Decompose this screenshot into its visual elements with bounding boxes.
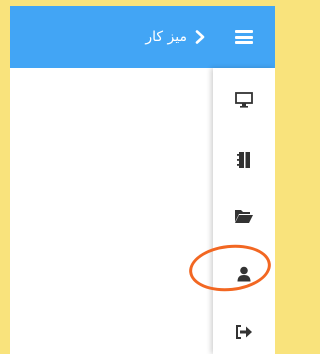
sidebar-item-files[interactable] (213, 196, 275, 236)
breadcrumb[interactable]: میز کار (145, 6, 207, 68)
monitor-icon (235, 92, 253, 108)
sidebar-item-logout[interactable] (213, 312, 275, 352)
user-icon (237, 266, 251, 282)
menu-toggle-button[interactable] (213, 6, 275, 68)
chevron-right-icon (193, 30, 207, 44)
sidebar-item-books[interactable] (213, 140, 275, 180)
folder-open-icon (235, 210, 253, 223)
sidebar-item-desktop[interactable] (213, 80, 275, 120)
book-icon (237, 152, 250, 168)
top-bar: میز کار (10, 6, 275, 68)
sign-out-icon (236, 325, 252, 339)
sidebar-item-profile[interactable] (213, 254, 275, 294)
page-title: میز کار (145, 29, 187, 45)
app-window: میز کار (10, 6, 275, 354)
sidebar (213, 68, 275, 354)
hamburger-icon (235, 30, 253, 44)
